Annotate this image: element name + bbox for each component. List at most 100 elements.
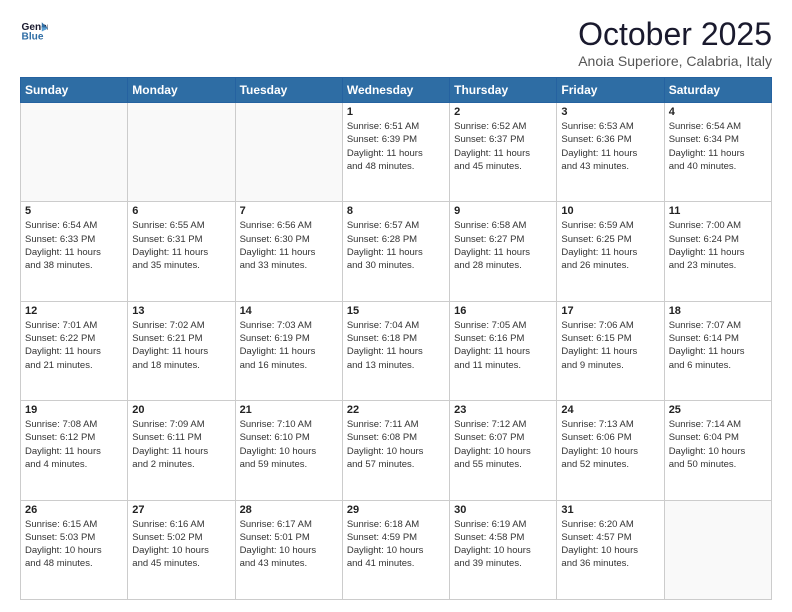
day-number: 3 xyxy=(561,106,659,118)
day-cell-12: 12 Sunrise: 7:01 AM Sunset: 6:22 PM Dayli… xyxy=(21,301,128,400)
day-cell-5: 5 Sunrise: 6:54 AM Sunset: 6:33 PM Daylig… xyxy=(21,202,128,301)
day-number: 29 xyxy=(347,504,445,516)
day-info: Sunrise: 7:12 AM Sunset: 6:07 PM Dayligh… xyxy=(454,418,552,471)
day-cell-10: 10 Sunrise: 6:59 AM Sunset: 6:25 PM Dayli… xyxy=(557,202,664,301)
day-info: Sunrise: 6:19 AM Sunset: 4:58 PM Dayligh… xyxy=(454,518,552,571)
day-cell-18: 18 Sunrise: 7:07 AM Sunset: 6:14 PM Dayli… xyxy=(664,301,771,400)
day-number: 22 xyxy=(347,404,445,416)
day-info: Sunrise: 6:18 AM Sunset: 4:59 PM Dayligh… xyxy=(347,518,445,571)
empty-cell xyxy=(21,103,128,202)
day-info: Sunrise: 7:13 AM Sunset: 6:06 PM Dayligh… xyxy=(561,418,659,471)
day-info: Sunrise: 7:04 AM Sunset: 6:18 PM Dayligh… xyxy=(347,319,445,372)
day-number: 19 xyxy=(25,404,123,416)
day-number: 15 xyxy=(347,305,445,317)
day-cell-1: 1 Sunrise: 6:51 AM Sunset: 6:39 PM Daylig… xyxy=(342,103,449,202)
empty-cell xyxy=(128,103,235,202)
page: General Blue October 2025 Anoia Superior… xyxy=(0,0,792,612)
day-info: Sunrise: 7:11 AM Sunset: 6:08 PM Dayligh… xyxy=(347,418,445,471)
week-row-2: 5 Sunrise: 6:54 AM Sunset: 6:33 PM Daylig… xyxy=(21,202,772,301)
day-info: Sunrise: 7:06 AM Sunset: 6:15 PM Dayligh… xyxy=(561,319,659,372)
day-cell-27: 27 Sunrise: 6:16 AM Sunset: 5:02 PM Dayli… xyxy=(128,500,235,599)
day-number: 11 xyxy=(669,205,767,217)
day-number: 24 xyxy=(561,404,659,416)
week-row-1: 1 Sunrise: 6:51 AM Sunset: 6:39 PM Daylig… xyxy=(21,103,772,202)
day-cell-15: 15 Sunrise: 7:04 AM Sunset: 6:18 PM Dayli… xyxy=(342,301,449,400)
svg-text:Blue: Blue xyxy=(22,31,44,42)
day-cell-2: 2 Sunrise: 6:52 AM Sunset: 6:37 PM Daylig… xyxy=(450,103,557,202)
day-number: 13 xyxy=(132,305,230,317)
day-number: 2 xyxy=(454,106,552,118)
weekday-header-tuesday: Tuesday xyxy=(235,78,342,103)
day-cell-17: 17 Sunrise: 7:06 AM Sunset: 6:15 PM Dayli… xyxy=(557,301,664,400)
day-number: 8 xyxy=(347,205,445,217)
day-info: Sunrise: 7:09 AM Sunset: 6:11 PM Dayligh… xyxy=(132,418,230,471)
day-cell-9: 9 Sunrise: 6:58 AM Sunset: 6:27 PM Daylig… xyxy=(450,202,557,301)
day-info: Sunrise: 6:58 AM Sunset: 6:27 PM Dayligh… xyxy=(454,219,552,272)
day-info: Sunrise: 6:59 AM Sunset: 6:25 PM Dayligh… xyxy=(561,219,659,272)
day-cell-24: 24 Sunrise: 7:13 AM Sunset: 6:06 PM Dayli… xyxy=(557,401,664,500)
weekday-header-monday: Monday xyxy=(128,78,235,103)
day-number: 12 xyxy=(25,305,123,317)
day-cell-28: 28 Sunrise: 6:17 AM Sunset: 5:01 PM Dayli… xyxy=(235,500,342,599)
calendar-table: SundayMondayTuesdayWednesdayThursdayFrid… xyxy=(20,77,772,600)
week-row-4: 19Sunrise: 7:08 AM Sunset: 6:12 PM Dayli… xyxy=(21,401,772,500)
day-info: Sunrise: 6:55 AM Sunset: 6:31 PM Dayligh… xyxy=(132,219,230,272)
day-cell-4: 4 Sunrise: 6:54 AM Sunset: 6:34 PM Daylig… xyxy=(664,103,771,202)
weekday-header-saturday: Saturday xyxy=(664,78,771,103)
day-number: 27 xyxy=(132,504,230,516)
day-info: Sunrise: 6:53 AM Sunset: 6:36 PM Dayligh… xyxy=(561,120,659,173)
day-number: 28 xyxy=(240,504,338,516)
day-number: 9 xyxy=(454,205,552,217)
title-block: October 2025 Anoia Superiore, Calabria, … xyxy=(578,16,772,69)
day-info: Sunrise: 7:02 AM Sunset: 6:21 PM Dayligh… xyxy=(132,319,230,372)
day-number: 10 xyxy=(561,205,659,217)
day-info: Sunrise: 6:51 AM Sunset: 6:39 PM Dayligh… xyxy=(347,120,445,173)
week-row-5: 26Sunrise: 6:15 AM Sunset: 5:03 PM Dayli… xyxy=(21,500,772,599)
day-number: 18 xyxy=(669,305,767,317)
day-cell-14: 14 Sunrise: 7:03 AM Sunset: 6:19 PM Dayli… xyxy=(235,301,342,400)
day-info: Sunrise: 7:07 AM Sunset: 6:14 PM Dayligh… xyxy=(669,319,767,372)
weekday-header-friday: Friday xyxy=(557,78,664,103)
day-info: Sunrise: 6:54 AM Sunset: 6:34 PM Dayligh… xyxy=(669,120,767,173)
logo-icon: General Blue xyxy=(20,16,48,44)
day-info: Sunrise: 6:52 AM Sunset: 6:37 PM Dayligh… xyxy=(454,120,552,173)
day-info: Sunrise: 7:14 AM Sunset: 6:04 PM Dayligh… xyxy=(669,418,767,471)
day-info: Sunrise: 7:10 AM Sunset: 6:10 PM Dayligh… xyxy=(240,418,338,471)
day-number: 30 xyxy=(454,504,552,516)
day-cell-29: 29 Sunrise: 6:18 AM Sunset: 4:59 PM Dayli… xyxy=(342,500,449,599)
day-number: 7 xyxy=(240,205,338,217)
day-cell-21: 21Sunrise: 7:10 AM Sunset: 6:10 PM Dayli… xyxy=(235,401,342,500)
day-cell-30: 30 Sunrise: 6:19 AM Sunset: 4:58 PM Dayli… xyxy=(450,500,557,599)
day-number: 26 xyxy=(25,504,123,516)
day-cell-8: 8 Sunrise: 6:57 AM Sunset: 6:28 PM Daylig… xyxy=(342,202,449,301)
day-cell-7: 7 Sunrise: 6:56 AM Sunset: 6:30 PM Daylig… xyxy=(235,202,342,301)
day-info: Sunrise: 7:05 AM Sunset: 6:16 PM Dayligh… xyxy=(454,319,552,372)
day-number: 5 xyxy=(25,205,123,217)
weekday-header-sunday: Sunday xyxy=(21,78,128,103)
day-cell-13: 13 Sunrise: 7:02 AM Sunset: 6:21 PM Dayli… xyxy=(128,301,235,400)
day-info: Sunrise: 7:03 AM Sunset: 6:19 PM Dayligh… xyxy=(240,319,338,372)
day-number: 31 xyxy=(561,504,659,516)
month-title: October 2025 xyxy=(578,16,772,53)
day-number: 4 xyxy=(669,106,767,118)
day-info: Sunrise: 7:01 AM Sunset: 6:22 PM Dayligh… xyxy=(25,319,123,372)
day-info: Sunrise: 6:57 AM Sunset: 6:28 PM Dayligh… xyxy=(347,219,445,272)
day-cell-16: 16Sunrise: 7:05 AM Sunset: 6:16 PM Dayli… xyxy=(450,301,557,400)
weekday-header-thursday: Thursday xyxy=(450,78,557,103)
day-number: 6 xyxy=(132,205,230,217)
day-number: 14 xyxy=(240,305,338,317)
day-info: Sunrise: 6:56 AM Sunset: 6:30 PM Dayligh… xyxy=(240,219,338,272)
location: Anoia Superiore, Calabria, Italy xyxy=(578,53,772,69)
day-number: 25 xyxy=(669,404,767,416)
empty-cell xyxy=(235,103,342,202)
day-info: Sunrise: 6:17 AM Sunset: 5:01 PM Dayligh… xyxy=(240,518,338,571)
day-number: 1 xyxy=(347,106,445,118)
day-number: 17 xyxy=(561,305,659,317)
day-cell-25: 25 Sunrise: 7:14 AM Sunset: 6:04 PM Dayli… xyxy=(664,401,771,500)
day-info: Sunrise: 6:54 AM Sunset: 6:33 PM Dayligh… xyxy=(25,219,123,272)
day-cell-3: 3 Sunrise: 6:53 AM Sunset: 6:36 PM Daylig… xyxy=(557,103,664,202)
day-info: Sunrise: 6:16 AM Sunset: 5:02 PM Dayligh… xyxy=(132,518,230,571)
day-cell-22: 22 Sunrise: 7:11 AM Sunset: 6:08 PM Dayli… xyxy=(342,401,449,500)
day-cell-6: 6 Sunrise: 6:55 AM Sunset: 6:31 PM Daylig… xyxy=(128,202,235,301)
empty-cell xyxy=(664,500,771,599)
